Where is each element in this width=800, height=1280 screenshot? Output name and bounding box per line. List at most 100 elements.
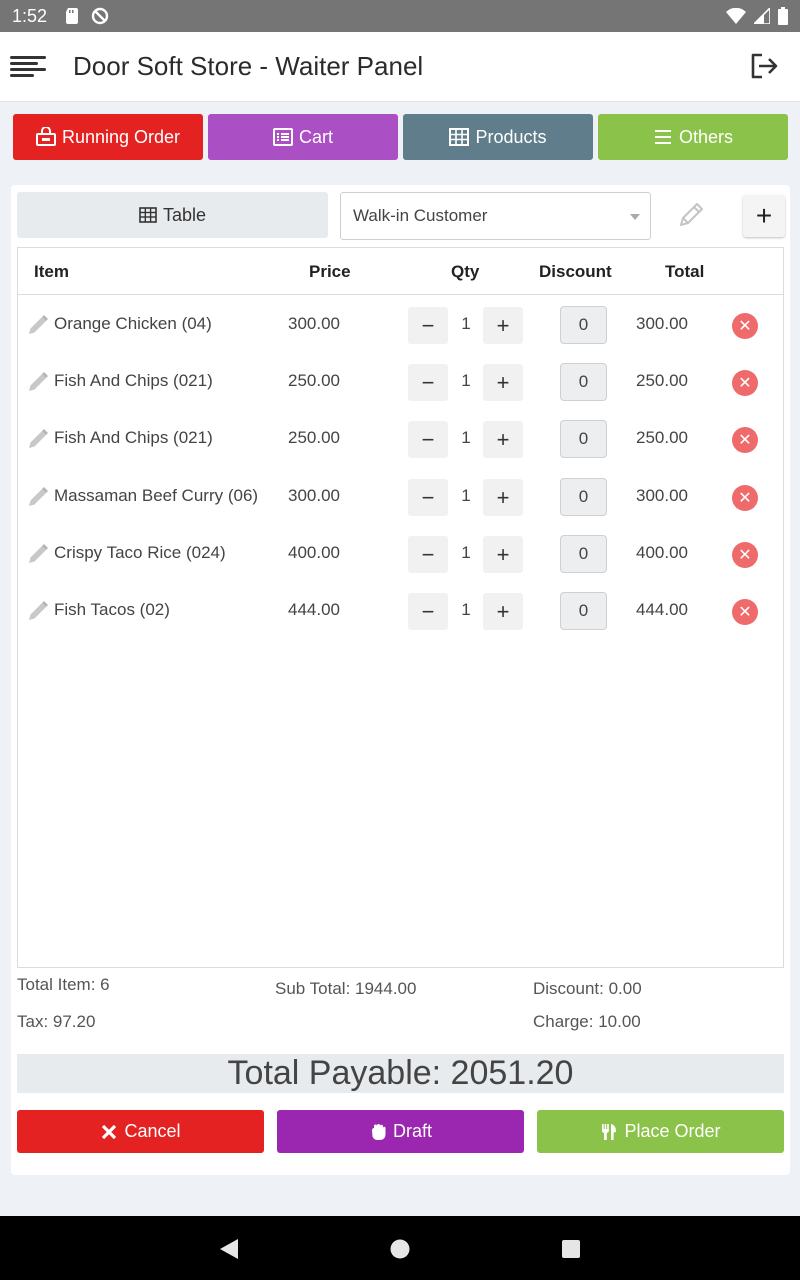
item-price: 400.00	[288, 543, 340, 562]
edit-item-pencil-icon[interactable]	[26, 485, 50, 509]
remove-item-icon[interactable]: ✕	[732, 485, 758, 511]
header-item: Item	[34, 262, 69, 281]
home-icon[interactable]	[389, 1238, 411, 1260]
qty-decrease-button[interactable]: −	[408, 479, 448, 516]
running-order-button[interactable]: Running Order	[13, 114, 203, 160]
cart-label: Cart	[298, 126, 333, 147]
item-name: Orange Chicken (04)	[54, 314, 212, 333]
charge-total: Charge: 10.00	[533, 1012, 641, 1031]
back-icon[interactable]	[218, 1238, 240, 1260]
remove-item-icon[interactable]: ✕	[732, 427, 758, 453]
list-icon	[272, 128, 293, 146]
discount-total: Discount: 0.00	[533, 979, 642, 998]
sd-card-icon	[66, 8, 79, 24]
qty-decrease-button[interactable]: −	[408, 307, 448, 344]
item-total: 444.00	[636, 600, 688, 619]
item-qty: 1	[461, 314, 471, 333]
plus-icon: +	[755, 200, 773, 231]
edit-item-pencil-icon[interactable]	[26, 370, 50, 394]
item-discount-input[interactable]: 0	[560, 363, 607, 401]
item-name: Fish And Chips (021)	[54, 371, 213, 390]
total-item-count: Total Item: 6	[17, 975, 110, 994]
edit-item-pencil-icon[interactable]	[26, 427, 50, 451]
products-button[interactable]: Products	[403, 114, 593, 160]
remove-item-icon[interactable]: ✕	[732, 542, 758, 568]
wifi-icon	[726, 8, 746, 24]
item-name: Fish And Chips (021)	[54, 428, 213, 447]
table-row: Fish And Chips (021) 250.00 − 1 + 0 250.…	[18, 352, 783, 409]
item-qty: 1	[461, 371, 471, 390]
grid-icon	[449, 128, 470, 146]
header-total: Total	[665, 262, 705, 281]
sub-total: Sub Total: 1944.00	[275, 979, 417, 998]
qty-increase-button[interactable]: +	[483, 364, 523, 401]
item-discount-input[interactable]: 0	[560, 478, 607, 516]
table-row: Orange Chicken (04) 300.00 − 1 + 0 300.0…	[18, 295, 783, 352]
table-button[interactable]: Table	[17, 192, 328, 238]
place-order-button[interactable]: Place Order	[537, 1110, 784, 1153]
app-bar: Door Soft Store - Waiter Panel	[0, 32, 800, 102]
qty-increase-button[interactable]: +	[483, 593, 523, 630]
item-name: Fish Tacos (02)	[54, 600, 170, 619]
draft-label: Draft	[392, 1121, 432, 1141]
qty-increase-button[interactable]: +	[483, 307, 523, 344]
item-price: 300.00	[288, 314, 340, 333]
customer-select[interactable]: Walk-in Customer	[340, 192, 651, 240]
header-price: Price	[309, 262, 351, 281]
remove-item-icon[interactable]: ✕	[732, 313, 758, 339]
qty-increase-button[interactable]: +	[483, 421, 523, 458]
edit-customer-pencil-icon[interactable]	[675, 199, 707, 231]
table-header: Item Price Qty Discount Total	[18, 248, 783, 295]
top-nav: Running Order Cart Products Others	[13, 114, 788, 160]
place-order-label: Place Order	[624, 1121, 721, 1141]
edit-item-pencil-icon[interactable]	[26, 542, 50, 566]
qty-decrease-button[interactable]: −	[408, 593, 448, 630]
system-nav-bar	[0, 1216, 800, 1280]
qty-increase-button[interactable]: +	[483, 479, 523, 516]
utensils-icon	[602, 1123, 617, 1140]
qty-increase-button[interactable]: +	[483, 536, 523, 573]
item-discount-input[interactable]: 0	[560, 535, 607, 573]
table-row: Crispy Taco Rice (024) 400.00 − 1 + 0 40…	[18, 524, 783, 581]
table-grid-icon	[139, 207, 157, 223]
cancel-button[interactable]: Cancel	[17, 1110, 264, 1153]
header-qty: Qty	[451, 262, 480, 281]
edit-item-pencil-icon[interactable]	[26, 599, 50, 623]
hamburger-menu-icon[interactable]	[10, 52, 46, 82]
status-bar: 1:52	[0, 0, 800, 32]
remove-item-icon[interactable]: ✕	[732, 370, 758, 396]
item-total: 300.00	[636, 314, 688, 333]
recents-icon[interactable]	[560, 1238, 582, 1260]
table-row: Fish Tacos (02) 444.00 − 1 + 0 444.00 ✕	[18, 581, 783, 638]
order-actions: Cancel Draft Place Order	[17, 1110, 784, 1153]
item-qty: 1	[461, 600, 471, 619]
edit-item-pencil-icon[interactable]	[26, 313, 50, 337]
item-discount-input[interactable]: 0	[560, 592, 607, 630]
item-total: 300.00	[636, 486, 688, 505]
page-title: Door Soft Store - Waiter Panel	[73, 51, 424, 81]
item-discount-input[interactable]: 0	[560, 306, 607, 344]
cart-button[interactable]: Cart	[208, 114, 398, 160]
total-payable: Total Payable: 2051.20	[17, 1054, 784, 1093]
remove-item-icon[interactable]: ✕	[732, 599, 758, 625]
item-qty: 1	[461, 543, 471, 562]
item-price: 300.00	[288, 486, 340, 505]
cancel-label: Cancel	[124, 1121, 181, 1141]
cart-bag-icon	[35, 127, 56, 146]
running-order-label: Running Order	[61, 126, 181, 147]
order-card: Table Walk-in Customer + Item Price Qty …	[11, 185, 790, 1175]
customer-select-value: Walk-in Customer	[353, 206, 488, 225]
qty-decrease-button[interactable]: −	[408, 536, 448, 573]
qty-decrease-button[interactable]: −	[408, 364, 448, 401]
item-total: 400.00	[636, 543, 688, 562]
logout-icon[interactable]	[748, 50, 780, 82]
draft-button[interactable]: Draft	[277, 1110, 524, 1153]
add-customer-button[interactable]: +	[743, 195, 785, 237]
others-button[interactable]: Others	[598, 114, 788, 160]
menu-lines-icon	[654, 130, 671, 144]
header-discount: Discount	[539, 262, 612, 281]
item-price: 250.00	[288, 371, 340, 390]
qty-decrease-button[interactable]: −	[408, 421, 448, 458]
close-icon	[102, 1124, 117, 1139]
item-discount-input[interactable]: 0	[560, 420, 607, 458]
